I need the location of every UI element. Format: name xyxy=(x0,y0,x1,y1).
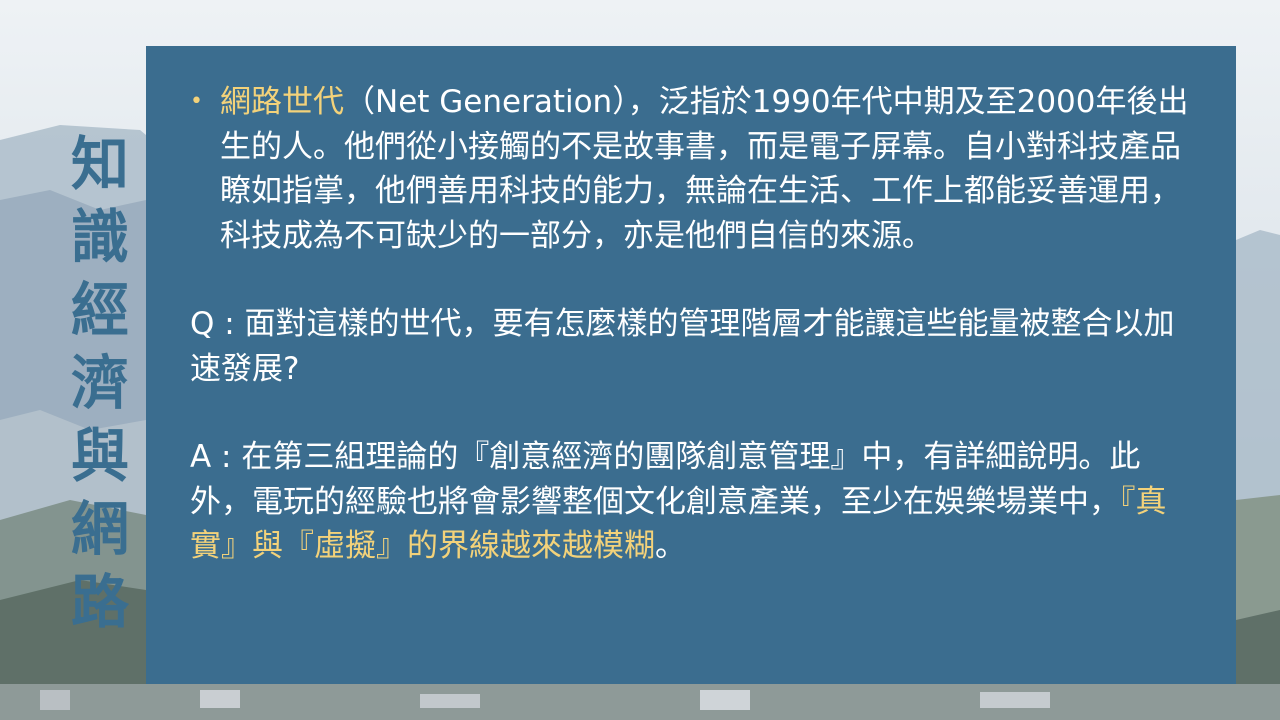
answer-paragraph: A : 在第三組理論的『創意經濟的團隊創意管理』中，有詳細說明。此外，電玩的經驗… xyxy=(190,435,1196,569)
side-title: 知 識 經 濟 與 網 路 xyxy=(60,128,140,639)
answer-body: A : 在第三組理論的『創意經濟的團隊創意管理』中，有詳細說明。此外，電玩的經驗… xyxy=(190,439,1141,520)
side-title-char: 經 xyxy=(70,276,129,344)
side-title-char: 識 xyxy=(70,203,129,271)
question-paragraph: Q : 面對這樣的世代，要有怎麼樣的管理階層才能讓這些能量被整合以加速發展? xyxy=(190,306,1175,387)
bullet-highlight: 網路世代 xyxy=(220,84,344,120)
side-title-char: 濟 xyxy=(70,349,129,417)
bullet-item: • 網路世代（Net Generation），泛指於1990年代中期及至2000… xyxy=(190,80,1196,258)
side-title-char: 網 xyxy=(70,495,129,563)
answer-end: 。 xyxy=(655,528,686,564)
bullet-body: （Net Generation），泛指於1990年代中期及至2000年後出生的人… xyxy=(220,84,1189,254)
bullet-icon: • xyxy=(190,89,203,114)
side-title-char: 與 xyxy=(70,422,129,490)
content-panel: • 網路世代（Net Generation），泛指於1990年代中期及至2000… xyxy=(146,46,1236,684)
bullet-text: 網路世代（Net Generation），泛指於1990年代中期及至2000年後… xyxy=(220,80,1196,258)
side-title-char: 知 xyxy=(70,130,129,198)
side-title-char: 路 xyxy=(70,568,129,636)
